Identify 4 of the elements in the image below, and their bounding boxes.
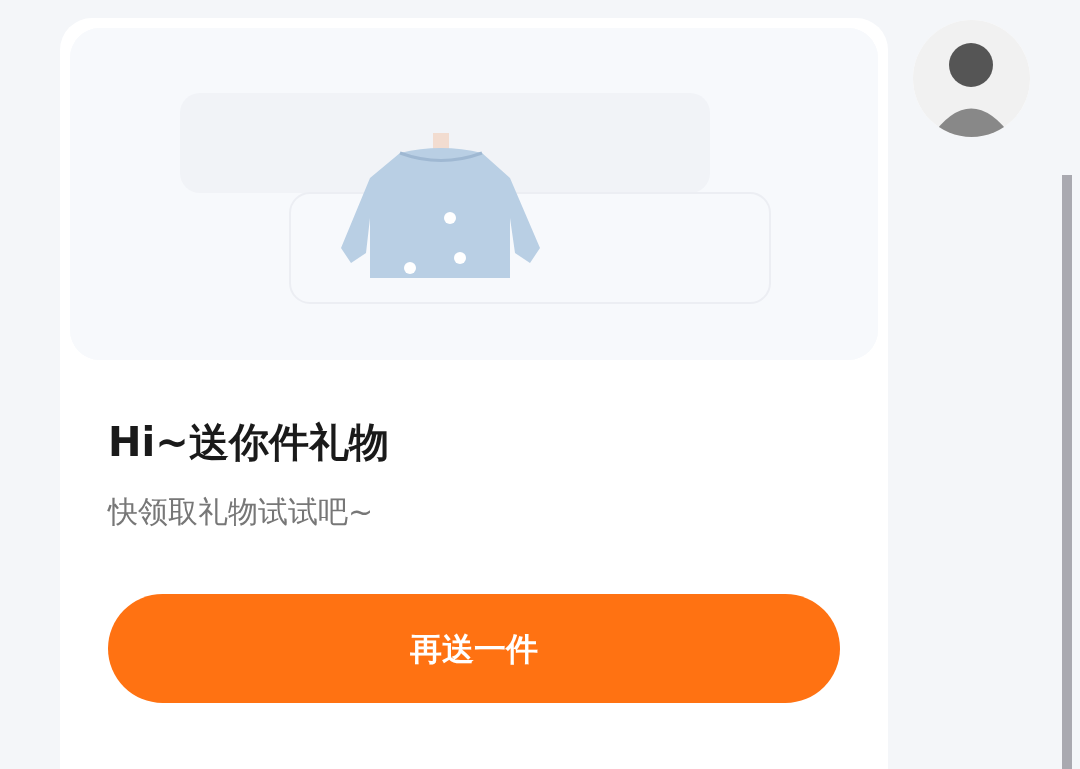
gift-title: Hi~送你件礼物 xyxy=(108,418,390,466)
gift-subtitle: 快领取礼物试试吧~ xyxy=(108,494,375,530)
scrollbar[interactable] xyxy=(1062,175,1072,769)
send-again-button[interactable]: 再送一件 xyxy=(108,594,840,703)
